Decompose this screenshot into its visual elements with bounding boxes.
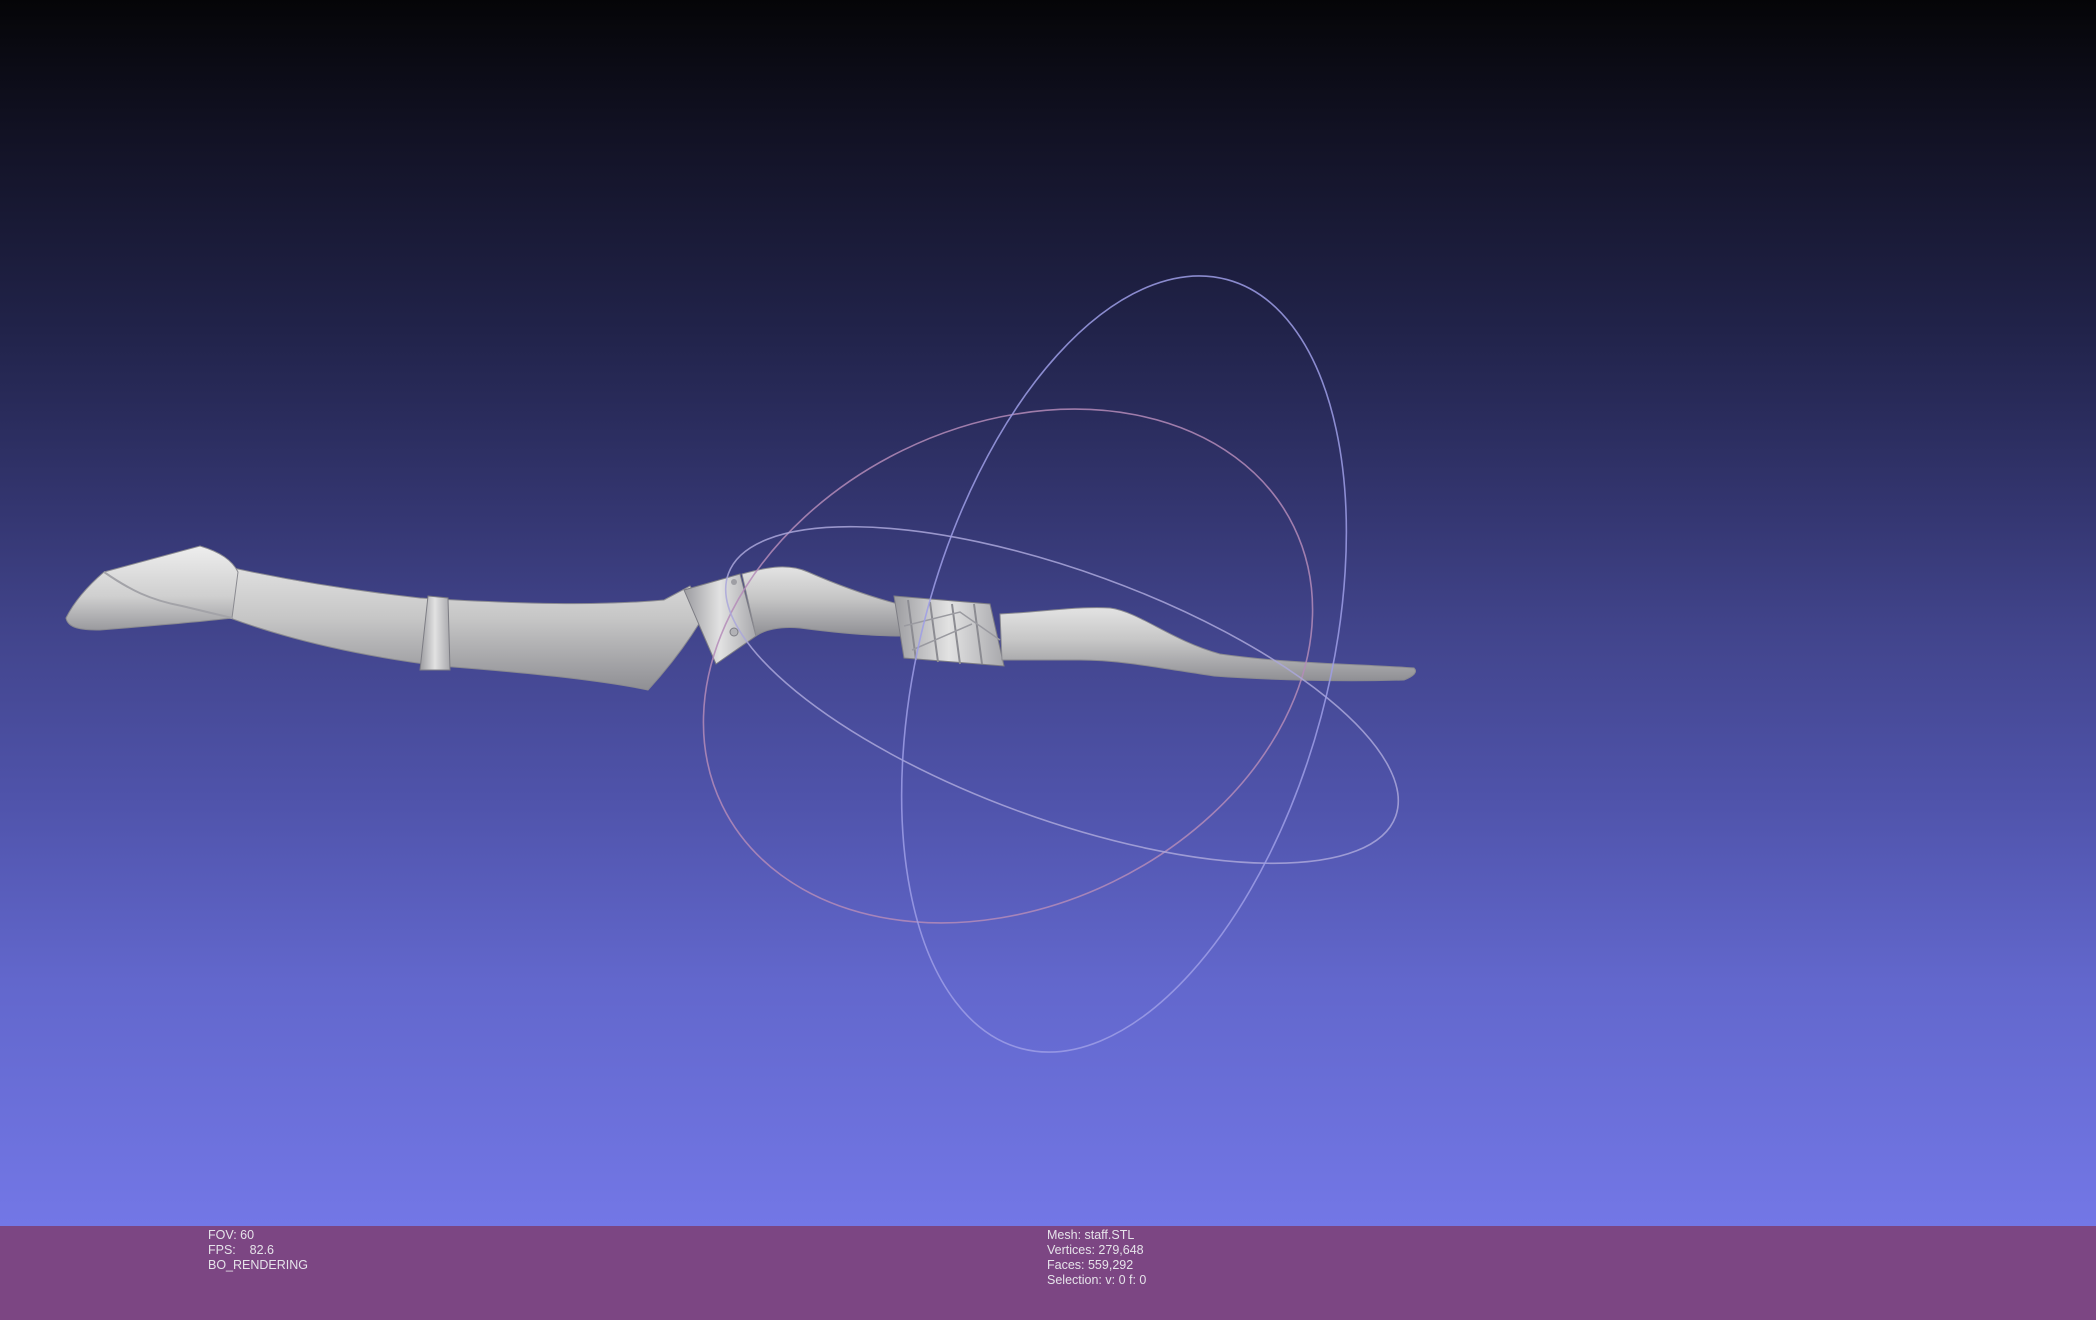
staff-mesh[interactable]	[65, 545, 1417, 691]
info-bar: FOV: 60 FPS: 82.6 BO_RENDERING Mesh: sta…	[0, 1226, 2096, 1320]
scene-canvas[interactable]	[0, 0, 2096, 1226]
fps-readout: FPS: 82.6	[208, 1243, 275, 1257]
render-mode-readout: BO_RENDERING	[208, 1258, 309, 1272]
staff-blade-end	[65, 545, 239, 631]
faces-readout: Faces: 559,292	[1047, 1258, 1134, 1272]
staff-center-section	[741, 566, 903, 637]
trackball-ring-horizontal	[724, 525, 1400, 865]
3d-viewport[interactable]	[0, 0, 2096, 1226]
trackball-ring-side	[900, 275, 1348, 1053]
meshlab-window: FOV: 60 FPS: 82.6 BO_RENDERING Mesh: sta…	[0, 0, 2096, 1320]
mesh-name-readout: Mesh: staff.STL	[1047, 1228, 1135, 1242]
vertices-readout: Vertices: 279,648	[1047, 1243, 1144, 1257]
staff-tip	[999, 607, 1417, 682]
selection-readout: Selection: v: 0 f: 0	[1047, 1273, 1147, 1287]
staff-shaft-left	[197, 559, 707, 691]
fov-readout: FOV: 60	[208, 1228, 255, 1242]
render-info: FOV: 60 FPS: 82.6 BO_RENDERING	[208, 1228, 308, 1273]
mesh-info: Mesh: staff.STL Vertices: 279,648 Faces:…	[1047, 1228, 1146, 1288]
